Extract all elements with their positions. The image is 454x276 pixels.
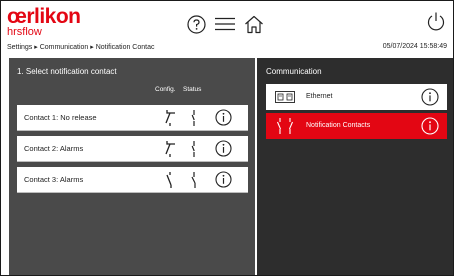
nav-item-notification-contacts[interactable]: Notification Contacts <box>266 113 447 139</box>
communication-panel: Communication Ethernet Notification Cont… <box>257 58 453 275</box>
panel-title: 1. Select notification contact <box>17 67 117 76</box>
contact-selection-panel: 1. Select notification contact Config. S… <box>9 58 255 275</box>
contact-status-icon <box>188 109 200 127</box>
help-icon[interactable] <box>187 15 206 34</box>
content-area: 1. Select notification contact Config. S… <box>1 58 453 275</box>
contact-label: Contact 3: Alarms <box>24 175 84 184</box>
menu-icon[interactable] <box>215 17 235 31</box>
contact-row[interactable]: Contact 2: Alarms <box>17 136 248 162</box>
info-icon[interactable] <box>215 109 232 126</box>
datetime: 05/07/2024 15:58:49 <box>382 43 447 50</box>
home-icon[interactable] <box>244 15 264 34</box>
ethernet-port-icon <box>275 91 295 103</box>
column-header-config: Config. <box>155 86 176 93</box>
breadcrumb: Settings ▸ Communication ▸ Notification … <box>7 44 155 51</box>
contact-row[interactable]: Contact 3: Alarms <box>17 167 248 193</box>
panel-title: Communication <box>266 67 322 76</box>
product-name: hrsflow <box>7 26 42 38</box>
contact-label: Contact 2: Alarms <box>24 144 84 153</box>
contact-config-icon <box>163 109 177 127</box>
power-icon[interactable] <box>426 11 446 32</box>
info-icon[interactable] <box>421 88 439 106</box>
info-icon[interactable] <box>421 117 439 135</box>
header: œrlikon hrsflow Settings ▸ Communication… <box>1 1 453 58</box>
contact-status-icon <box>188 171 200 189</box>
nav-item-ethernet[interactable]: Ethernet <box>266 84 447 110</box>
column-header-status: Status <box>183 86 202 93</box>
contact-row[interactable]: Contact 1: No release <box>17 105 248 131</box>
nav-item-label: Ethernet <box>306 93 333 100</box>
contact-status-icon <box>188 140 200 158</box>
contact-config-icon <box>163 140 177 158</box>
app-window: œrlikon hrsflow Settings ▸ Communication… <box>0 0 454 276</box>
info-icon[interactable] <box>215 171 232 188</box>
nav-item-label: Notification Contacts <box>306 122 371 129</box>
contact-config-icon <box>163 171 177 189</box>
relay-contact-icon <box>275 117 295 135</box>
info-icon[interactable] <box>215 140 232 157</box>
contact-label: Contact 1: No release <box>24 113 97 122</box>
brand-logo: œrlikon <box>7 5 81 28</box>
